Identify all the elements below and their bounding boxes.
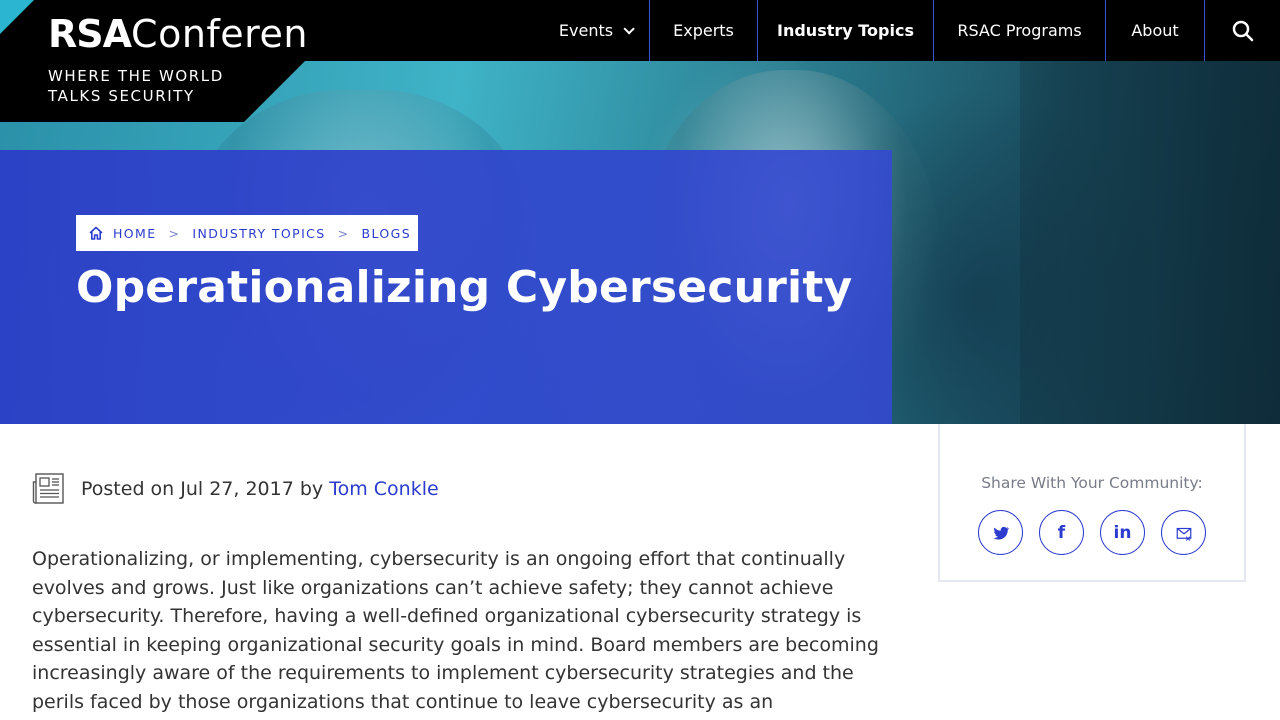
share-twitter-button[interactable] (978, 510, 1023, 555)
article-body: Operationalizing, or implementing, cyber… (32, 548, 879, 713)
search-icon (1232, 20, 1253, 41)
nav-industry-topics[interactable]: Industry Topics (758, 0, 934, 61)
nav-events[interactable]: Events (541, 0, 650, 61)
logo-tagline: WHERE THE WORLD TALKS SECURITY (48, 66, 224, 106)
breadcrumb-home[interactable]: HOME (113, 226, 157, 241)
share-linkedin-button[interactable]: in (1100, 510, 1145, 555)
share-email-button[interactable] (1161, 510, 1206, 555)
newspaper-icon (32, 473, 64, 504)
tagline-line-2: TALKS SECURITY (48, 87, 195, 105)
page-title: Operationalizing Cybersecurity (76, 262, 853, 313)
nav-experts-label: Experts (673, 21, 734, 40)
posted-date: Posted on Jul 27, 2017 by (81, 477, 324, 500)
nav-rsac-programs[interactable]: RSAC Programs (934, 0, 1106, 61)
breadcrumb-separator: > (337, 225, 350, 241)
share-facebook-button[interactable]: f (1039, 510, 1084, 555)
twitter-icon (993, 526, 1009, 540)
nav-experts[interactable]: Experts (650, 0, 758, 61)
main-nav: Events Experts Industry Topics RSAC Prog… (541, 0, 1280, 61)
logo-rsa-text: RSA (48, 12, 132, 56)
logo-accent-corner (0, 0, 34, 34)
chevron-down-icon (623, 22, 635, 35)
nav-about-label: About (1131, 21, 1179, 40)
home-icon[interactable] (88, 225, 104, 241)
logo-block[interactable]: RSAConference WHERE THE WORLD TALKS SECU… (0, 0, 305, 122)
search-button[interactable] (1205, 0, 1280, 61)
share-panel: Share With Your Community: f in (938, 424, 1246, 582)
top-navigation-bar: Events Experts Industry Topics RSAC Prog… (305, 0, 1280, 61)
author-link[interactable]: Tom Conkle (329, 478, 438, 500)
breadcrumb-separator: > (168, 225, 181, 241)
facebook-icon: f (1057, 522, 1066, 543)
breadcrumb-blogs[interactable]: BLOGS (362, 226, 412, 241)
hero-photo-shadow (1020, 60, 1280, 424)
nav-rsac-programs-label: RSAC Programs (957, 21, 1082, 40)
breadcrumb-industry-topics[interactable]: INDUSTRY TOPICS (192, 226, 325, 241)
email-icon (1176, 527, 1191, 541)
tagline-line-1: WHERE THE WORLD (48, 67, 224, 85)
share-icons: f in (978, 510, 1222, 555)
breadcrumb: HOME > INDUSTRY TOPICS > BLOGS (76, 215, 419, 251)
nav-about[interactable]: About (1106, 0, 1205, 61)
linkedin-icon: in (1113, 522, 1132, 543)
nav-events-label: Events (558, 21, 614, 40)
nav-industry-topics-label: Industry Topics (777, 21, 914, 40)
share-label: Share With Your Community: (981, 474, 1203, 492)
byline: Posted on Jul 27, 2017 by Tom Conkle (32, 472, 439, 505)
byline-text: Posted on Jul 27, 2017 by Tom Conkle (81, 478, 439, 500)
